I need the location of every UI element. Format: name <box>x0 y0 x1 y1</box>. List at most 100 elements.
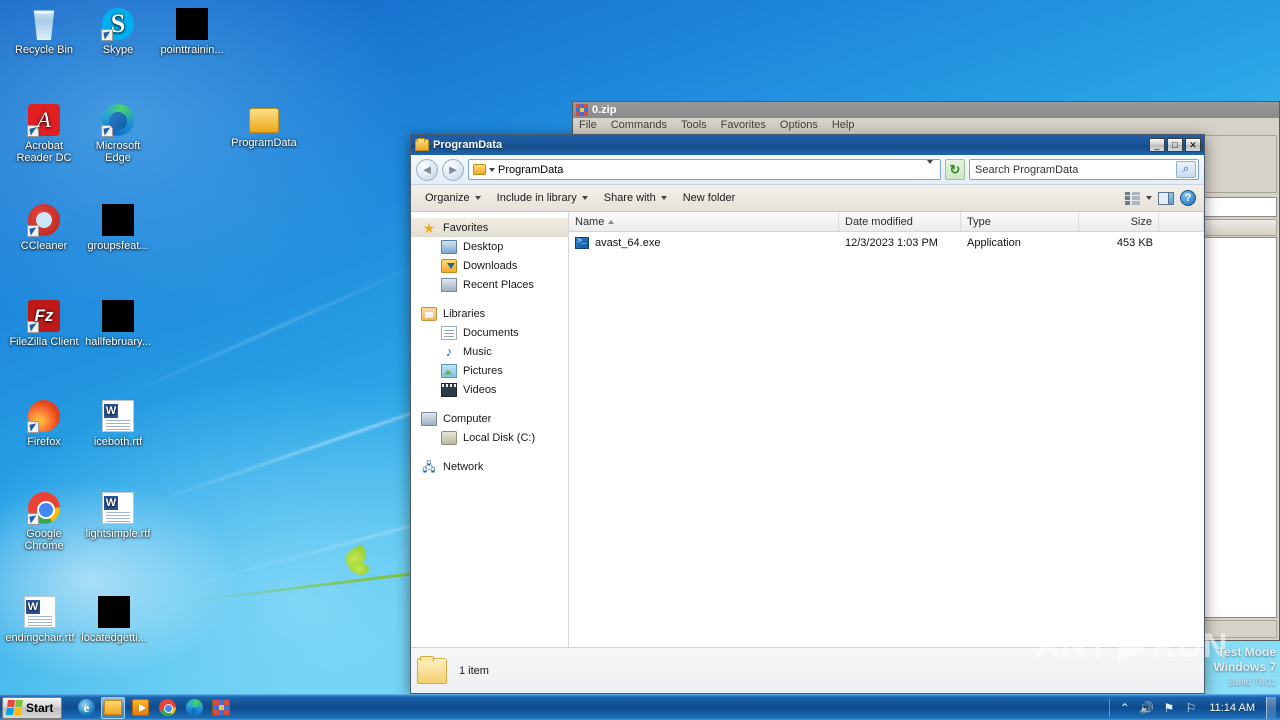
show-hidden-icons-icon[interactable]: ⌃ <box>1117 700 1132 715</box>
filezilla-icon <box>27 300 60 333</box>
preview-pane-icon[interactable] <box>1158 191 1174 205</box>
taskbar-winrar-button[interactable] <box>209 697 233 719</box>
media-player-icon <box>131 699 149 716</box>
show-desktop-button[interactable] <box>1266 696 1276 719</box>
desktop-icon-endingchair-rtf[interactable]: endingchair.rtf <box>4 596 76 644</box>
taskbar-media-player-button[interactable] <box>128 697 152 719</box>
quick-launch-bar[interactable] <box>74 696 233 719</box>
close-button[interactable]: ✕ <box>1185 138 1201 152</box>
desktop-icon-ccleaner[interactable]: CCleaner <box>8 204 80 252</box>
help-icon[interactable]: ? <box>1180 190 1196 206</box>
forward-button[interactable]: ► <box>442 158 464 181</box>
taskbar[interactable]: Start ⌃ 🔊 ⚑ ⚐ 11:14 AM <box>0 694 1280 720</box>
chevron-down-icon[interactable] <box>489 167 495 172</box>
desktop-icon-groupsfeat[interactable]: groupsfeat... <box>82 204 154 252</box>
sidebar-item-label: Network <box>443 460 484 473</box>
winrar-menu-commands[interactable]: Commands <box>611 119 667 132</box>
file-name-cell[interactable]: avast_64.exe <box>569 237 839 249</box>
winrar-menu-file[interactable]: File <box>579 119 597 132</box>
start-button[interactable]: Start <box>2 696 63 719</box>
sidebar-item-desktop[interactable]: Desktop <box>411 237 568 256</box>
new-folder-button[interactable]: New folder <box>675 189 744 207</box>
window-controls[interactable]: _ □ ✕ <box>1149 138 1203 152</box>
acrobat-reader-icon <box>27 104 60 137</box>
taskbar-microsoft-edge-button[interactable] <box>182 697 206 719</box>
sidebar-item-computer[interactable]: Computer <box>411 409 568 428</box>
desktop-icon-skype[interactable]: S Skype <box>82 8 154 56</box>
sidebar-item-favorites[interactable]: ★ Favorites <box>411 218 568 237</box>
maximize-button[interactable]: □ <box>1167 138 1183 152</box>
chevron-down-icon[interactable] <box>1146 196 1152 200</box>
column-header-row[interactable]: Name Date modified Type Size <box>569 212 1204 232</box>
black-thumbnail-icon <box>98 596 130 628</box>
system-tray[interactable]: ⌃ 🔊 ⚑ ⚐ 11:14 AM <box>1109 696 1280 719</box>
volume-icon[interactable]: 🔊 <box>1139 700 1154 715</box>
search-input-container[interactable]: Search ProgramData ⌕ <box>969 159 1199 180</box>
winrar-menu-options[interactable]: Options <box>780 119 818 132</box>
rtf-document-icon <box>102 400 134 432</box>
sidebar-item-label: Recent Places <box>463 278 534 291</box>
column-header-type[interactable]: Type <box>961 212 1079 231</box>
desktop-icon-microsoft-edge[interactable]: Microsoft Edge <box>82 104 154 164</box>
desktop-icon-pointtraining[interactable]: pointtrainin... <box>156 8 228 56</box>
desktop-icon-label: FileZilla Client <box>9 336 79 348</box>
column-header-name[interactable]: Name <box>569 212 839 231</box>
address-bar[interactable]: ProgramData <box>468 159 941 180</box>
desktop-icon-programdata[interactable]: ProgramData <box>228 104 300 149</box>
desktop-icon-hallfebruary[interactable]: hallfebruary... <box>82 300 154 348</box>
desktop-icon-label: Firefox <box>27 436 61 448</box>
back-button[interactable]: ◄ <box>416 158 438 181</box>
black-thumbnail-icon <box>176 8 208 40</box>
explorer-window[interactable]: ProgramData _ □ ✕ ◄ ► ProgramData ↻ Sear… <box>410 134 1205 694</box>
winrar-menu-tools[interactable]: Tools <box>681 119 707 132</box>
explorer-navigation-bar[interactable]: ◄ ► ProgramData ↻ Search ProgramData ⌕ <box>411 155 1204 185</box>
sidebar-item-libraries[interactable]: Libraries <box>411 304 568 323</box>
navigation-pane[interactable]: ★ Favorites Desktop Downloads Recent Pla… <box>411 212 569 647</box>
sidebar-item-local-disk-c[interactable]: Local Disk (C:) <box>411 428 568 447</box>
change-view-icon[interactable] <box>1125 191 1140 205</box>
file-list-pane[interactable]: Name Date modified Type Size >_ avast_64… <box>569 212 1204 647</box>
organize-button[interactable]: Organize <box>417 189 489 207</box>
sidebar-item-documents[interactable]: Documents <box>411 323 568 342</box>
explorer-title-bar[interactable]: ProgramData _ □ ✕ <box>411 135 1204 155</box>
column-header-date-modified[interactable]: Date modified <box>839 212 961 231</box>
search-icon[interactable]: ⌕ <box>1176 161 1196 178</box>
network-icon[interactable]: ⚐ <box>1183 700 1198 715</box>
sidebar-item-music[interactable]: ♪ Music <box>411 342 568 361</box>
file-name-label: avast_64.exe <box>595 237 661 249</box>
minimize-button[interactable]: _ <box>1149 138 1165 152</box>
desktop-icon-google-chrome[interactable]: Google Chrome <box>8 492 80 552</box>
desktop-icon-recycle-bin[interactable]: Recycle Bin <box>8 8 80 56</box>
desktop-icon-acrobat-reader[interactable]: Acrobat Reader DC <box>8 104 80 164</box>
winrar-title-bar[interactable]: 0.zip <box>573 102 1279 118</box>
share-with-button[interactable]: Share with <box>596 189 675 207</box>
taskbar-google-chrome-button[interactable] <box>155 697 179 719</box>
winrar-menu-favorites[interactable]: Favorites <box>721 119 766 132</box>
include-in-library-button[interactable]: Include in library <box>489 189 596 207</box>
column-header-size[interactable]: Size <box>1079 212 1159 231</box>
explorer-toolbar-right[interactable]: ? <box>1125 190 1198 206</box>
desktop-icon-label: pointtrainin... <box>160 44 224 56</box>
table-row[interactable]: avast_64.exe 12/3/2023 1:03 PM Applicati… <box>569 232 1204 254</box>
address-dropdown-button[interactable] <box>922 159 938 176</box>
taskbar-windows-explorer-button[interactable] <box>101 696 126 719</box>
sidebar-item-videos[interactable]: Videos <box>411 380 568 399</box>
file-rows[interactable]: avast_64.exe 12/3/2023 1:03 PM Applicati… <box>569 232 1204 647</box>
action-center-icon[interactable]: ⚑ <box>1161 700 1176 715</box>
desktop-icon-firefox[interactable]: Firefox <box>8 400 80 448</box>
refresh-button[interactable]: ↻ <box>945 159 965 180</box>
sidebar-item-recent-places[interactable]: Recent Places <box>411 275 568 294</box>
sidebar-item-downloads[interactable]: Downloads <box>411 256 568 275</box>
sidebar-item-pictures[interactable]: Pictures <box>411 361 568 380</box>
desktop-icon-lightsimple-rtf[interactable]: lightsimple.rtf <box>82 492 154 540</box>
taskbar-internet-explorer-button[interactable] <box>74 697 98 719</box>
explorer-toolbar[interactable]: Organize Include in library Share with N… <box>411 185 1204 212</box>
clock[interactable]: 11:14 AM <box>1205 702 1259 714</box>
winrar-menu-help[interactable]: Help <box>832 119 855 132</box>
sidebar-item-network[interactable]: 🖧 Network <box>411 457 568 476</box>
desktop-icon-locatedgetting[interactable]: locatedgetti... <box>78 596 150 644</box>
sidebar-item-label: Music <box>463 345 492 358</box>
desktop-icon-iceboth-rtf[interactable]: iceboth.rtf <box>82 400 154 448</box>
desktop-icon-filezilla[interactable]: FileZilla Client <box>8 300 80 348</box>
winrar-menu-bar[interactable]: File Commands Tools Favorites Options He… <box>573 118 1279 133</box>
